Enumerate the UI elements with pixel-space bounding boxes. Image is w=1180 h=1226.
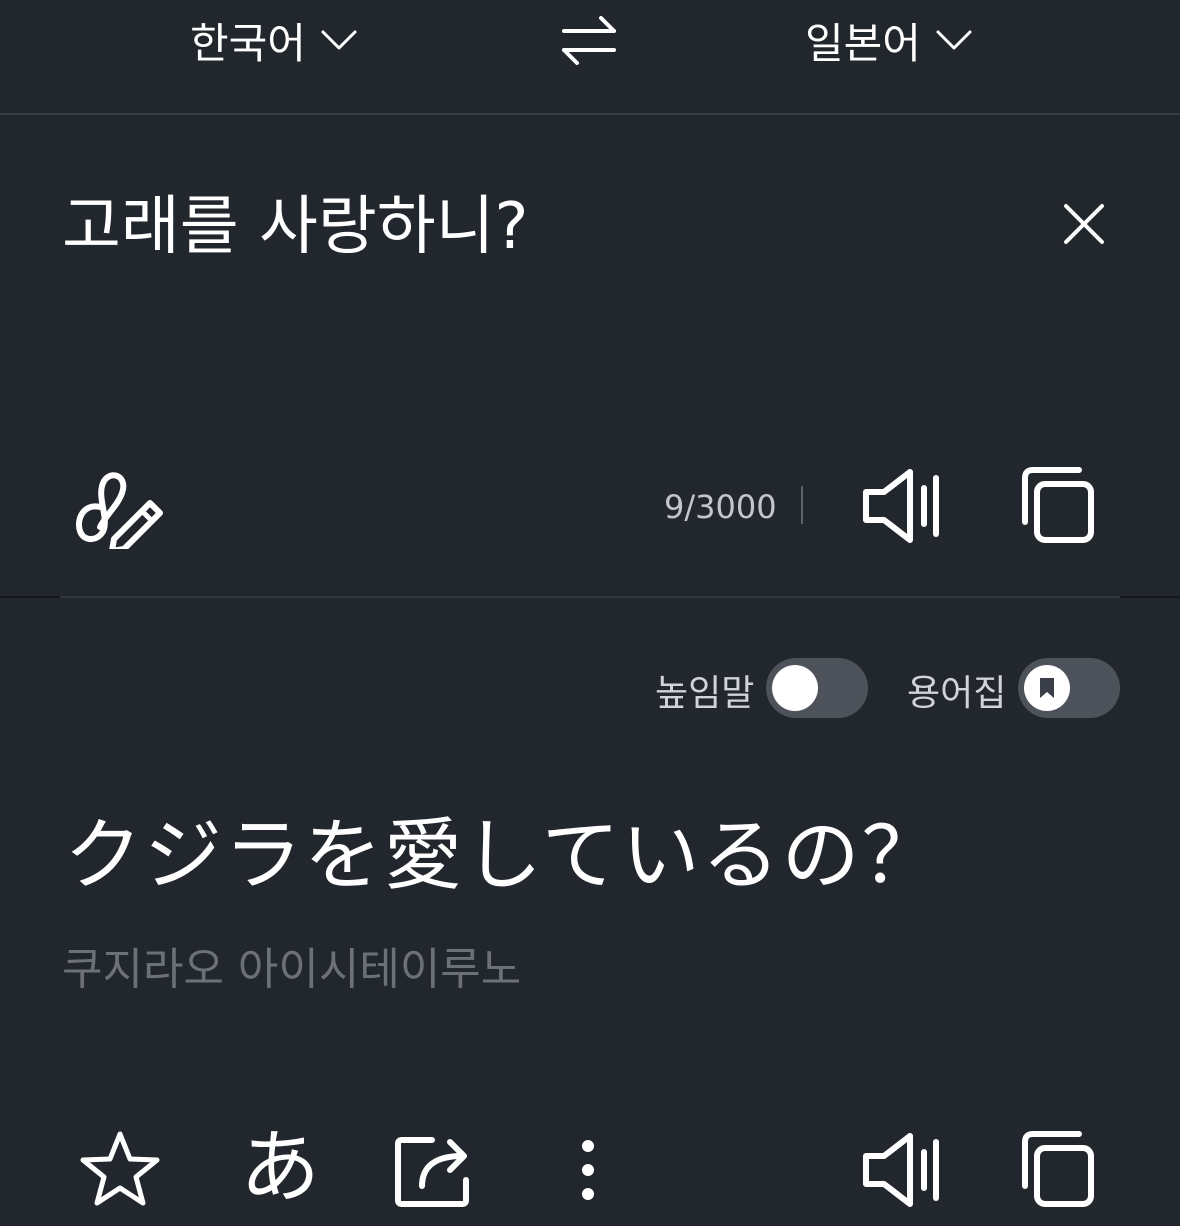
pronunciation-text: 쿠지라오 아이시테이루노 bbox=[62, 944, 522, 995]
copy-icon bbox=[1022, 1131, 1094, 1207]
glossary-label: 용어집 bbox=[907, 673, 1007, 714]
result-copy-button[interactable] bbox=[1015, 1128, 1099, 1212]
honorific-toggle[interactable] bbox=[766, 658, 868, 718]
source-text-input[interactable]: 고래를 사랑하니? bbox=[62, 175, 528, 267]
copy-icon bbox=[1022, 467, 1094, 543]
speaker-icon bbox=[863, 469, 939, 543]
share-icon bbox=[395, 1137, 469, 1207]
target-language-label: 일본어 bbox=[805, 18, 921, 68]
speaker-icon bbox=[863, 1133, 939, 1207]
share-button[interactable] bbox=[392, 1128, 476, 1212]
section-divider-inner bbox=[60, 596, 1120, 598]
source-speak-button[interactable] bbox=[860, 464, 944, 548]
character-count: 9/3000 bbox=[664, 488, 777, 526]
star-icon bbox=[80, 1131, 160, 1206]
source-language-label: 한국어 bbox=[190, 18, 306, 68]
more-vertical-icon bbox=[582, 1140, 594, 1200]
more-options-button[interactable] bbox=[546, 1128, 630, 1212]
toggle-knob bbox=[772, 665, 818, 711]
target-language-selector[interactable]: 일본어 bbox=[805, 8, 973, 72]
handwriting-icon bbox=[76, 472, 163, 554]
swap-languages-button[interactable] bbox=[558, 10, 620, 70]
bookmark-icon bbox=[1040, 678, 1054, 698]
chevron-down-icon bbox=[935, 28, 973, 52]
favorite-button[interactable] bbox=[78, 1128, 162, 1212]
toggle-knob bbox=[1024, 665, 1070, 711]
result-speak-button[interactable] bbox=[860, 1128, 944, 1212]
chevron-down-icon bbox=[320, 28, 358, 52]
swap-icon bbox=[562, 16, 616, 65]
language-bar: 한국어 일본어 bbox=[0, 0, 1180, 115]
clear-text-button[interactable] bbox=[1058, 198, 1110, 250]
handwriting-button[interactable] bbox=[70, 465, 164, 554]
translation-result-text: クジラを愛しているの？ bbox=[64, 811, 942, 901]
glossary-toggle[interactable] bbox=[1018, 658, 1120, 718]
source-language-selector[interactable]: 한국어 bbox=[190, 8, 358, 72]
close-icon bbox=[1064, 204, 1104, 244]
count-divider bbox=[801, 486, 803, 524]
hiragana-button[interactable]: あ bbox=[240, 1118, 320, 1218]
source-copy-button[interactable] bbox=[1015, 464, 1099, 548]
honorific-label: 높임말 bbox=[655, 673, 755, 714]
